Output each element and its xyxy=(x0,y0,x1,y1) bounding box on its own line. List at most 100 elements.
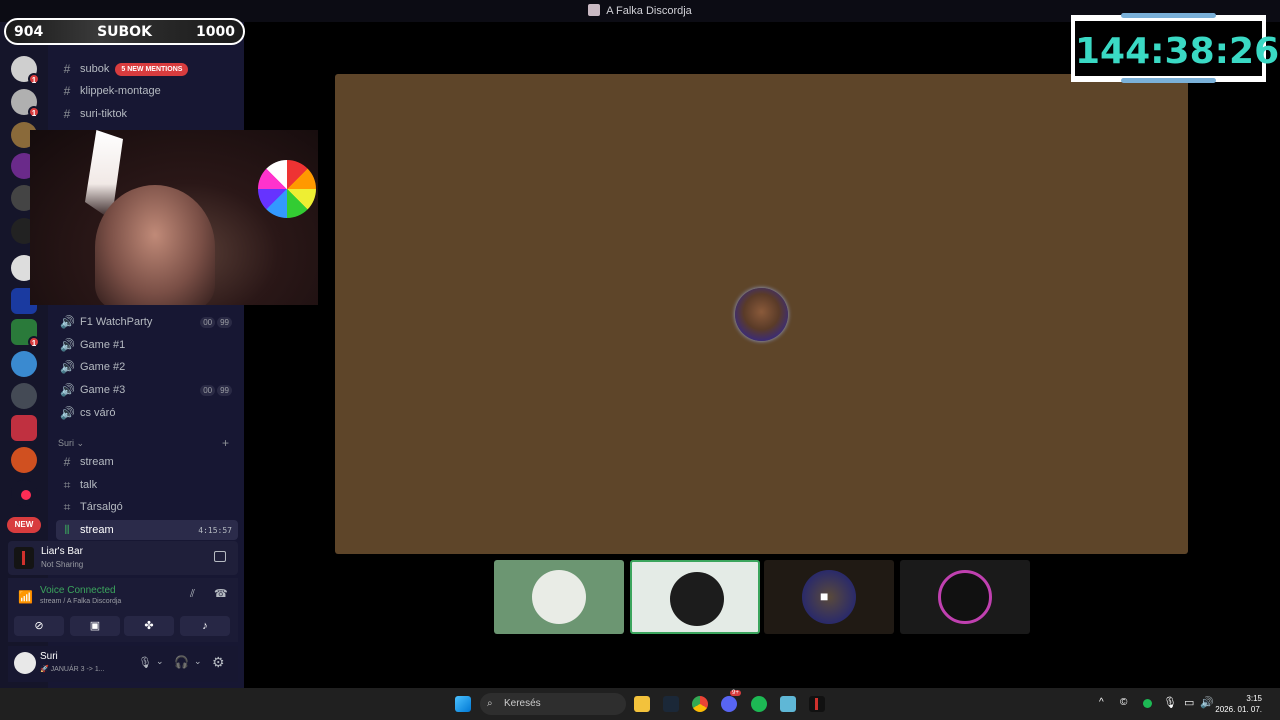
voice-channel-game-1[interactable]: 🔊 Game #1 xyxy=(56,335,238,355)
speaker-icon: 🔊 xyxy=(60,383,75,397)
channel-label: Társalgó xyxy=(80,501,123,513)
settings-gear-icon[interactable]: ⚙ xyxy=(212,654,225,671)
server-icon[interactable] xyxy=(11,351,37,377)
channel-suri-tiktok[interactable]: # suri-tiktok xyxy=(56,104,238,124)
category-label: Suri xyxy=(58,438,75,448)
chevron-down-icon[interactable]: ⌄ xyxy=(156,656,164,667)
username[interactable]: Suri xyxy=(40,651,58,662)
screen-share-button[interactable]: ▣ xyxy=(70,616,120,636)
user-count: 00 xyxy=(200,384,216,396)
red-dot-icon xyxy=(21,490,31,500)
mentions-badge[interactable]: 5 NEW MENTIONS xyxy=(115,62,189,76)
chrome-icon[interactable] xyxy=(692,696,708,712)
server-icon[interactable]: 1 xyxy=(11,319,40,348)
participant-tile[interactable] xyxy=(630,560,760,634)
tray-chevron-up-icon[interactable]: ^ xyxy=(1099,697,1104,708)
server-icon[interactable] xyxy=(11,383,37,409)
tray-volume-icon[interactable]: 🔊 xyxy=(1200,696,1214,709)
voice-location[interactable]: stream / A Falka Discordja xyxy=(40,598,121,605)
speaker-icon: 🔊 xyxy=(60,360,75,374)
server-icon[interactable] xyxy=(11,447,37,473)
server-badge: 1 xyxy=(28,73,40,85)
activity-panel[interactable]: Liar's Bar Not Sharing xyxy=(8,541,238,575)
clock-time: 3:15 xyxy=(1246,694,1262,703)
sub-count-goal: 1000 xyxy=(196,24,235,40)
server-icon[interactable]: 1 xyxy=(11,56,40,85)
search-placeholder: Keresés xyxy=(504,698,541,709)
voice-channel-game-3[interactable]: 🔊 Game #3 00 99 xyxy=(56,380,238,400)
user-limit: 00 99 xyxy=(200,384,232,396)
disconnect-icon[interactable]: ☎ xyxy=(214,587,228,600)
user-count: 00 xyxy=(200,316,216,328)
liars-bar-taskbar-icon[interactable] xyxy=(809,696,825,712)
stage-icon: ⦀ xyxy=(64,522,70,537)
hash-icon: # xyxy=(63,455,71,469)
user-limit: 00 99 xyxy=(200,316,232,328)
tray-app-icon[interactable]: © xyxy=(1120,697,1127,708)
speaking-user-avatar[interactable] xyxy=(735,288,788,341)
category-header[interactable]: Suri ⌄ xyxy=(58,438,84,449)
soundboard-button[interactable]: ♪ xyxy=(180,616,230,636)
start-windows-icon[interactable] xyxy=(455,696,471,712)
steam-icon[interactable] xyxy=(663,696,679,712)
add-channel-icon[interactable]: + xyxy=(222,436,229,450)
liars-bar-icon xyxy=(14,547,34,569)
tray-network-icon[interactable]: ▭ xyxy=(1184,696,1194,709)
participant-avatar xyxy=(532,570,586,624)
hash-icon: # xyxy=(63,107,71,121)
activities-button[interactable]: ✤ xyxy=(124,616,174,636)
channel-label: Game #3 xyxy=(80,384,126,396)
participant-tile[interactable] xyxy=(494,560,624,634)
tray-mic-icon[interactable]: 🎙 xyxy=(1163,696,1177,709)
channel-label: cs váró xyxy=(80,407,116,419)
forum-icon: ⌗ xyxy=(63,499,71,514)
prize-wheel xyxy=(258,160,316,218)
channel-timer: 4:15:57 xyxy=(198,525,232,535)
camera-off-button[interactable]: ⊘ xyxy=(14,616,64,636)
taskbar-search-input[interactable]: ⌕ Keresés xyxy=(480,693,626,715)
microphone-icon[interactable]: 🎙 xyxy=(138,656,152,669)
server-icon[interactable] xyxy=(11,415,37,441)
avatar[interactable] xyxy=(14,652,36,674)
channel-talk[interactable]: ⌗ talk xyxy=(56,475,238,495)
channel-klippek-montage[interactable]: # klippek-montage xyxy=(56,81,238,101)
channel-label: Game #2 xyxy=(80,361,126,373)
server-icon[interactable] xyxy=(11,480,37,506)
channel-stream[interactable]: # stream xyxy=(56,452,238,472)
taskbar: ⌕ Keresés 9+ ^ © 🎙 ▭ 🔊 3:15 2026. 01. 07. xyxy=(0,688,1280,720)
tray-status-icon[interactable] xyxy=(1143,699,1152,708)
share-screen-icon[interactable] xyxy=(214,551,226,562)
timer-bottom-bar xyxy=(1121,78,1216,83)
discord-notification-badge: 9+ xyxy=(730,690,741,696)
search-icon: ⌕ xyxy=(487,698,493,709)
voice-channel-cs-varo[interactable]: 🔊 cs váró xyxy=(56,403,238,423)
new-servers-badge[interactable]: NEW xyxy=(7,517,41,533)
voice-status[interactable]: Voice Connected xyxy=(40,585,116,596)
user-limit-value: 99 xyxy=(217,384,232,396)
channel-tarsalgo[interactable]: ⌗ Társalgó xyxy=(56,497,238,517)
chevron-down-icon[interactable]: ⌄ xyxy=(194,656,202,667)
discord-icon[interactable]: 9+ xyxy=(721,690,741,712)
channel-subok[interactable]: # subok 5 NEW MENTIONS xyxy=(56,59,238,79)
voice-channel-stream-active[interactable]: ⦀ stream 4:15:57 xyxy=(56,520,238,540)
taskbar-clock[interactable]: 3:15 2026. 01. 07. xyxy=(1215,693,1262,715)
participant-tile[interactable] xyxy=(900,560,1030,634)
activities-icon: ✤ xyxy=(144,620,154,632)
forum-icon: ⌗ xyxy=(63,477,71,492)
participant-avatar xyxy=(670,572,724,626)
noise-suppression-icon[interactable]: ⫽ xyxy=(190,588,195,601)
window-title-text: A Falka Discordja xyxy=(606,5,692,17)
custom-status-text: JANUÁR 3 -> 1... xyxy=(50,666,105,673)
channel-label: stream xyxy=(80,456,114,468)
user-limit-value: 99 xyxy=(217,316,232,328)
notepad-icon[interactable] xyxy=(780,696,796,712)
spotify-icon[interactable] xyxy=(751,696,767,712)
connection-signal-icon: 📶 xyxy=(18,590,33,604)
voice-channel-game-2[interactable]: 🔊 Game #2 xyxy=(56,357,238,377)
headphones-icon[interactable]: 🎧 xyxy=(174,655,189,669)
participant-tile[interactable]: ■ xyxy=(764,560,894,634)
channel-label: subok xyxy=(80,63,110,75)
voice-channel-f1-watchparty[interactable]: 🔊 F1 WatchParty 00 99 xyxy=(56,312,238,332)
server-icon[interactable]: 1 xyxy=(11,89,40,118)
file-explorer-icon[interactable] xyxy=(634,696,650,712)
